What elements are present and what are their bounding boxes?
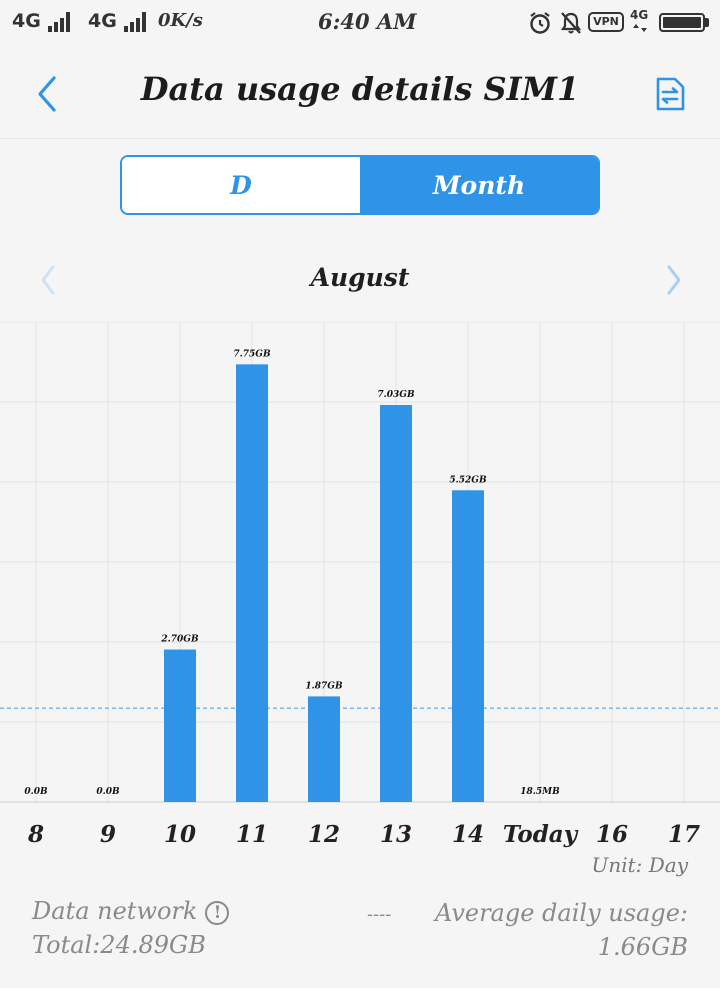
x-tick-label: 12: [308, 821, 340, 848]
battery-tip: [705, 18, 709, 27]
header: Data usage details SIM1: [0, 46, 720, 139]
bar: [308, 696, 340, 802]
x-tick-label: 14: [452, 821, 484, 848]
unit-label: Unit: Day: [591, 853, 688, 877]
network-type-data: 4G: [630, 8, 649, 22]
usage-bar-chart: 0.0B 0.0B 2.70GB 7.75GB 1.87GB 7.03GB 5.52GB 18…: [0, 322, 720, 848]
page-title: Data usage details SIM1: [140, 70, 580, 108]
data-label: 18.5MB: [520, 787, 560, 797]
bar: [236, 364, 268, 802]
info-icon[interactable]: !: [205, 900, 230, 925]
month-tab[interactable]: Month: [360, 157, 598, 213]
signal-icon: [48, 12, 74, 32]
notifications-off-icon: [560, 12, 582, 34]
vpn-icon: VPN: [588, 12, 624, 32]
network-type-sim1: 4G: [12, 10, 41, 32]
x-tick-label: 17: [668, 821, 700, 848]
period-toggle: D Month: [120, 155, 600, 215]
x-tick-label: 16: [596, 821, 628, 848]
x-tick-label: 11: [236, 821, 268, 848]
day-tab[interactable]: D: [122, 157, 360, 213]
chart-x-ticks: 8 9 10 11 12 13 14 Today 16 17: [27, 821, 700, 848]
x-tick-label: 13: [380, 821, 412, 848]
data-activity-icon: [633, 24, 647, 32]
x-tick-label: Today: [503, 821, 579, 848]
average-value: 1.66GB: [597, 933, 688, 961]
status-bar: 4G 4G 0K/s 6:40 AM VPN 4G: [0, 0, 720, 46]
separator-dashes: ----: [367, 904, 392, 925]
month-navigator: August: [0, 255, 720, 303]
chart-grid: [0, 322, 720, 803]
month-label: August: [310, 263, 410, 292]
data-network-summary: Data network! Total:24.89GB: [32, 894, 230, 962]
average-daily-usage: Average daily usage: 1.66GB: [435, 896, 688, 964]
alarm-icon: [530, 12, 550, 34]
data-label: 2.70GB: [160, 635, 199, 645]
data-label: 7.75GB: [233, 349, 271, 359]
data-label: 7.03GB: [377, 390, 415, 400]
swap-icon[interactable]: [652, 76, 688, 112]
data-label: 0.0B: [24, 787, 48, 797]
next-month-icon[interactable]: [658, 263, 688, 297]
x-tick-label: 10: [164, 821, 196, 848]
network-type-sim2: 4G: [88, 10, 117, 32]
average-label: Average daily usage:: [434, 899, 688, 927]
x-tick-label: 8: [27, 821, 44, 848]
x-tick-label: 9: [100, 821, 116, 848]
data-label: 1.87GB: [305, 681, 343, 691]
data-network-label: Data network: [32, 897, 198, 925]
network-speed: 0K/s: [158, 10, 203, 31]
bar: [164, 649, 196, 802]
clock: 6:40 AM: [318, 9, 417, 34]
bar: [380, 405, 412, 802]
data-label: 5.52GB: [449, 475, 487, 485]
bar: [452, 490, 484, 802]
signal-icon: [124, 12, 150, 32]
total-usage: Total:24.89GB: [32, 931, 206, 959]
data-label: 0.0B: [96, 787, 120, 797]
battery-icon: [659, 13, 705, 32]
